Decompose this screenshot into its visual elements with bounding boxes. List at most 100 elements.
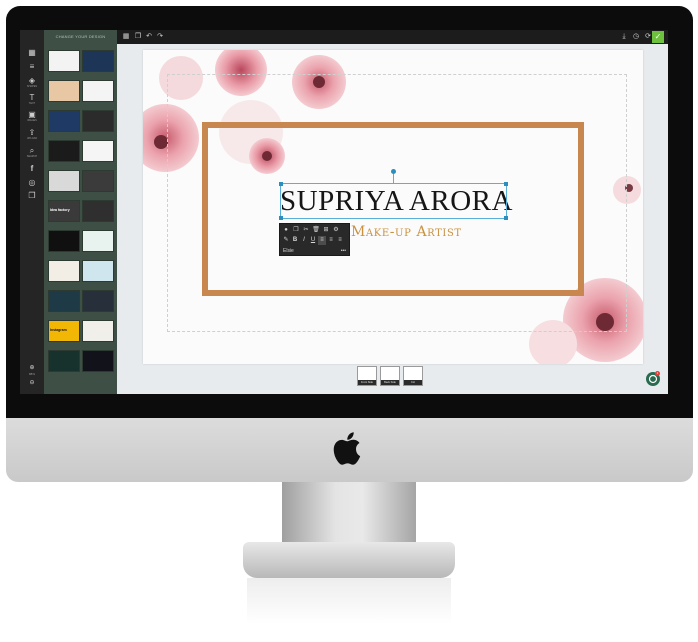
cut-icon[interactable]: ✂ xyxy=(302,226,310,235)
settings-icon[interactable]: ⚙ xyxy=(332,226,340,235)
edit-icon[interactable]: ✎ xyxy=(282,236,290,245)
download-icon[interactable]: ⤓ xyxy=(619,30,629,44)
page-label: Front Side xyxy=(358,380,376,385)
align-right-icon[interactable]: ≡ xyxy=(336,236,344,245)
instagram-icon: ◎ xyxy=(28,178,36,187)
blossom-center xyxy=(154,135,168,149)
business-card-canvas[interactable]: SUPRIYA ARORA Make-up Artist ● ❐ ✂ 🗑 ⊞ ⚙… xyxy=(143,50,643,364)
notification-badge: 1 xyxy=(655,371,660,376)
resize-handle[interactable] xyxy=(279,182,283,186)
templates-panel: CHANGE YOUR DESIGN Idea factory Instagram xyxy=(44,30,117,394)
rail-label: SEARCH xyxy=(26,155,38,158)
zoom-out-icon: ⊖ xyxy=(29,380,35,386)
template-thumbnail[interactable] xyxy=(48,350,80,372)
template-thumbnail[interactable] xyxy=(48,110,80,132)
rail-facebook-button[interactable]: f xyxy=(20,164,44,173)
bold-icon[interactable]: B xyxy=(291,236,299,245)
apple-logo-icon xyxy=(333,432,361,465)
screen: ▦ ≡ ◈ SHAPES T TEXT ▣ IMAGES ⇪ UPLOAD ⌕ … xyxy=(20,30,668,394)
page-thumb-fold[interactable]: Fol xyxy=(403,366,423,386)
resize-handle[interactable] xyxy=(279,216,283,220)
selection-box xyxy=(279,182,508,220)
facebook-icon: f xyxy=(30,164,34,173)
rotate-handle-line xyxy=(393,174,394,183)
top-toolbar: ▦ ❐ ↶ ↷ ⤓ ◷ ⟳ ✕ ✓ xyxy=(117,30,668,44)
template-thumbnail[interactable] xyxy=(48,230,80,252)
copy-icon[interactable]: ❐ xyxy=(292,226,300,235)
template-thumbnail[interactable] xyxy=(82,230,114,252)
template-thumbnail[interactable] xyxy=(82,50,114,72)
copy-icon[interactable]: ❐ xyxy=(133,30,143,44)
template-thumbnail[interactable] xyxy=(82,320,114,342)
underline-icon[interactable]: U xyxy=(309,236,317,245)
template-thumbnail[interactable] xyxy=(82,290,114,312)
text-icon: T xyxy=(29,93,35,102)
image-icon: ▣ xyxy=(28,110,36,119)
font-selector[interactable]: Elsie xyxy=(283,247,294,255)
monitor-stand-neck xyxy=(282,482,416,544)
rail-instagram-button[interactable]: ◎ xyxy=(20,178,44,187)
rail-upload-button[interactable]: ⇪ UPLOAD xyxy=(20,128,44,140)
rail-search-button[interactable]: ⌕ SEARCH xyxy=(20,146,44,158)
page-thumb-front[interactable]: Front Side xyxy=(357,366,377,386)
page-label: Fol xyxy=(404,380,422,385)
undo-icon[interactable]: ↶ xyxy=(144,30,154,44)
template-thumbnail[interactable] xyxy=(82,80,114,102)
page-navigator: Front Side Back Side Fol xyxy=(357,366,427,388)
more-options[interactable]: ••• xyxy=(341,247,346,255)
template-thumbnail[interactable] xyxy=(82,170,114,192)
copy-icon: ❐ xyxy=(28,191,36,200)
rail-label: SHAPES xyxy=(26,85,38,88)
template-thumbnail[interactable] xyxy=(48,170,80,192)
left-rail: ▦ ≡ ◈ SHAPES T TEXT ▣ IMAGES ⇪ UPLOAD ⌕ … xyxy=(20,30,44,394)
stand-reflection xyxy=(247,578,451,624)
canvas-area: SUPRIYA ARORA Make-up Artist ● ❐ ✂ 🗑 ⊞ ⚙… xyxy=(117,44,668,394)
upload-icon: ⇪ xyxy=(28,128,36,137)
resize-handle[interactable] xyxy=(504,216,508,220)
color-icon[interactable]: ● xyxy=(282,226,290,235)
confirm-button[interactable]: ✓ xyxy=(652,31,664,43)
text-format-toolbar: ● ❐ ✂ 🗑 ⊞ ⚙ ✎ B I U ≡ ≡ ≡ Elsie ••• xyxy=(279,223,350,256)
panel-header: CHANGE YOUR DESIGN xyxy=(55,34,106,39)
check-icon: ✓ xyxy=(654,32,662,41)
rail-label: IMAGES xyxy=(27,119,37,122)
redo-icon[interactable]: ↷ xyxy=(155,30,165,44)
template-thumbnail[interactable] xyxy=(48,260,80,282)
rail-label: TEXT xyxy=(28,102,36,105)
template-thumbnail[interactable] xyxy=(48,50,80,72)
zoom-level: 88% xyxy=(28,372,35,376)
resize-handle[interactable] xyxy=(504,182,508,186)
grid-icon[interactable]: ⊞ xyxy=(322,226,330,235)
rail-layers-button[interactable]: ≡ xyxy=(20,62,44,71)
align-left-icon[interactable]: ≡ xyxy=(318,236,326,245)
template-thumbnail[interactable] xyxy=(82,350,114,372)
template-thumbnail[interactable] xyxy=(82,140,114,162)
shapes-icon: ◈ xyxy=(28,76,36,85)
history-icon[interactable]: ◷ xyxy=(631,30,641,44)
rail-shapes-button[interactable]: ◈ SHAPES xyxy=(20,76,44,88)
rail-label: UPLOAD xyxy=(26,137,38,140)
italic-icon[interactable]: I xyxy=(300,236,308,245)
rotate-handle[interactable] xyxy=(391,169,396,174)
role-text[interactable]: Make-up Artist xyxy=(351,224,462,240)
page-thumb-back[interactable]: Back Side xyxy=(380,366,400,386)
rail-grid-button[interactable]: ▦ xyxy=(20,48,44,57)
zoom-out-button[interactable]: ⊖ xyxy=(20,379,44,388)
grid-icon[interactable]: ▦ xyxy=(121,30,131,44)
delete-icon[interactable]: 🗑 xyxy=(312,226,320,235)
template-thumbnail[interactable] xyxy=(48,140,80,162)
rail-copy-button[interactable]: ❐ xyxy=(20,191,44,200)
align-center-icon[interactable]: ≡ xyxy=(327,236,335,245)
template-thumbnail[interactable] xyxy=(48,80,80,102)
template-thumbnail[interactable] xyxy=(48,290,80,312)
template-thumbnail[interactable] xyxy=(82,260,114,282)
template-thumbnail-text: Idea factory xyxy=(50,208,70,212)
search-icon: ⌕ xyxy=(29,146,35,155)
template-thumbnail-text: Instagram xyxy=(50,328,67,332)
page-label: Back Side xyxy=(381,380,399,385)
template-thumbnail[interactable] xyxy=(82,110,114,132)
rail-text-button[interactable]: T TEXT xyxy=(20,93,44,105)
rail-images-button[interactable]: ▣ IMAGES xyxy=(20,110,44,122)
template-thumbnail[interactable] xyxy=(82,200,114,222)
layers-icon: ≡ xyxy=(29,62,35,71)
